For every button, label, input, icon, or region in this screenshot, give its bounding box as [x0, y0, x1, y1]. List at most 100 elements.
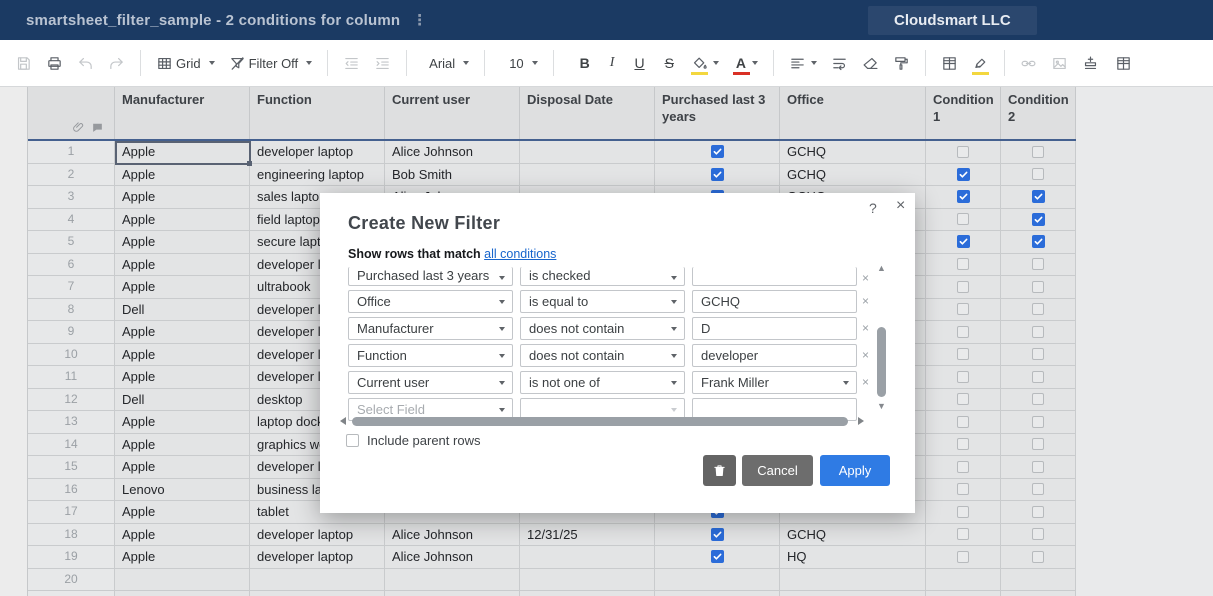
condition-field-select[interactable]: Purchased last 3 years [348, 267, 513, 286]
checkbox-checked-icon[interactable] [1031, 190, 1045, 204]
cell-cond2[interactable] [1001, 523, 1076, 546]
print-button[interactable] [39, 47, 70, 79]
cell-purchased[interactable] [655, 163, 780, 186]
filter-selector[interactable]: Filter Off [222, 47, 320, 79]
condition-value-select[interactable]: Frank Miller [692, 371, 857, 394]
cell-cond2[interactable] [1001, 591, 1076, 596]
strikethrough-button[interactable]: S [655, 47, 684, 79]
cell-disposal[interactable] [520, 163, 655, 186]
cell-cond1[interactable] [926, 478, 1001, 501]
cell-cond1[interactable] [926, 411, 1001, 434]
cell-cond2[interactable] [1001, 231, 1076, 254]
condition-value-input[interactable] [692, 267, 857, 286]
checkbox-unchecked-icon[interactable] [1032, 168, 1044, 181]
comment-column-icon[interactable] [91, 121, 104, 134]
checkbox-unchecked-icon[interactable] [957, 393, 969, 406]
column-header-cond1[interactable]: Condition 1 [926, 87, 1001, 139]
cell-cond1[interactable] [926, 366, 1001, 389]
checkbox-checked-icon[interactable] [710, 527, 724, 541]
close-icon[interactable]: × [896, 197, 905, 215]
row-number[interactable] [28, 591, 115, 596]
cell-office[interactable]: GCHQ [780, 141, 926, 164]
cell-current_user[interactable] [385, 591, 520, 596]
underline-button[interactable]: U [624, 47, 654, 79]
cell-disposal[interactable] [520, 568, 655, 591]
scroll-left-icon[interactable] [340, 417, 346, 425]
checkbox-unchecked-icon[interactable] [957, 303, 969, 316]
cell-manufacturer[interactable]: Apple [115, 456, 250, 479]
image-button[interactable] [1044, 47, 1075, 79]
cell-cond2[interactable] [1001, 388, 1076, 411]
view-selector[interactable]: Grid [149, 47, 222, 79]
cell-cond2[interactable] [1001, 366, 1076, 389]
cell-office[interactable]: HQ [780, 546, 926, 569]
checkbox-checked-icon[interactable] [956, 167, 970, 181]
checkbox-unchecked-icon[interactable] [1032, 258, 1044, 271]
row-number[interactable]: 9 [28, 321, 115, 344]
cell-cond1[interactable] [926, 163, 1001, 186]
cell-office[interactable] [780, 591, 926, 596]
apply-button[interactable]: Apply [820, 455, 890, 486]
cell-office[interactable]: GCHQ [780, 523, 926, 546]
cell-cond2[interactable] [1001, 186, 1076, 209]
checkbox-unchecked-icon[interactable] [1032, 145, 1044, 158]
checkbox-checked-icon[interactable] [956, 190, 970, 204]
cell-cond1[interactable] [926, 186, 1001, 209]
column-header-disposal[interactable]: Disposal Date [520, 87, 655, 139]
cell-cond1[interactable] [926, 253, 1001, 276]
row-number[interactable]: 5 [28, 231, 115, 254]
condition-field-select[interactable]: Office [348, 290, 513, 313]
row-number[interactable]: 13 [28, 411, 115, 434]
column-header-purchased[interactable]: Purchased last 3 years [655, 87, 780, 139]
outdent-button[interactable] [336, 47, 367, 79]
cell-disposal[interactable]: 12/31/25 [520, 523, 655, 546]
cell-current_user[interactable]: Alice Johnson [385, 523, 520, 546]
cell-purchased[interactable] [655, 141, 780, 164]
format-painter-button[interactable] [886, 47, 917, 79]
cell-cond1[interactable] [926, 433, 1001, 456]
cell-purchased[interactable] [655, 591, 780, 596]
checkbox-unchecked-icon[interactable] [1032, 483, 1044, 496]
cell-disposal[interactable] [520, 591, 655, 596]
checkbox-unchecked-icon[interactable] [1032, 325, 1044, 338]
column-header-current_user[interactable]: Current user [385, 87, 520, 139]
cell-manufacturer[interactable]: Apple [115, 433, 250, 456]
row-number[interactable]: 1 [28, 141, 115, 164]
checkbox-unchecked-icon[interactable] [957, 325, 969, 338]
save-button[interactable] [8, 47, 39, 79]
include-parent-rows-checkbox[interactable] [346, 434, 359, 447]
cell-manufacturer[interactable]: Apple [115, 276, 250, 299]
condition-field-select[interactable]: Function [348, 344, 513, 367]
row-number[interactable]: 11 [28, 366, 115, 389]
cell-cond2[interactable] [1001, 163, 1076, 186]
conditions-horizontal-scrollbar[interactable] [320, 416, 915, 428]
cell-manufacturer[interactable]: Dell [115, 388, 250, 411]
wrap-text-button[interactable] [824, 47, 855, 79]
cell-disposal[interactable] [520, 141, 655, 164]
cell-cond1[interactable] [926, 208, 1001, 231]
delete-filter-button[interactable] [703, 455, 736, 486]
cell-purchased[interactable] [655, 523, 780, 546]
cell-cond1[interactable] [926, 388, 1001, 411]
checkbox-unchecked-icon[interactable] [1032, 393, 1044, 406]
scroll-right-icon[interactable] [858, 417, 864, 425]
column-header-function[interactable]: Function [250, 87, 385, 139]
checkbox-checked-icon[interactable] [710, 145, 724, 159]
cell-cond2[interactable] [1001, 501, 1076, 524]
condition-value-input[interactable]: D [692, 317, 857, 340]
cell-manufacturer[interactable]: Apple [115, 253, 250, 276]
checkbox-unchecked-icon[interactable] [957, 213, 969, 226]
cell-current_user[interactable]: Bob Smith [385, 163, 520, 186]
checkbox-unchecked-icon[interactable] [957, 258, 969, 271]
account-name[interactable]: Cloudsmart LLC [868, 6, 1037, 35]
cell-function[interactable]: developer laptop [250, 523, 385, 546]
cell-cond2[interactable] [1001, 568, 1076, 591]
row-number[interactable]: 19 [28, 546, 115, 569]
checkbox-unchecked-icon[interactable] [1032, 438, 1044, 451]
cell-manufacturer[interactable]: Apple [115, 546, 250, 569]
match-conditions-link[interactable]: all conditions [484, 247, 556, 261]
condition-field-select[interactable]: Current user [348, 371, 513, 394]
more-tools-button[interactable] [1108, 47, 1139, 79]
help-button[interactable]: ? [869, 200, 877, 216]
cell-manufacturer[interactable]: Apple [115, 208, 250, 231]
